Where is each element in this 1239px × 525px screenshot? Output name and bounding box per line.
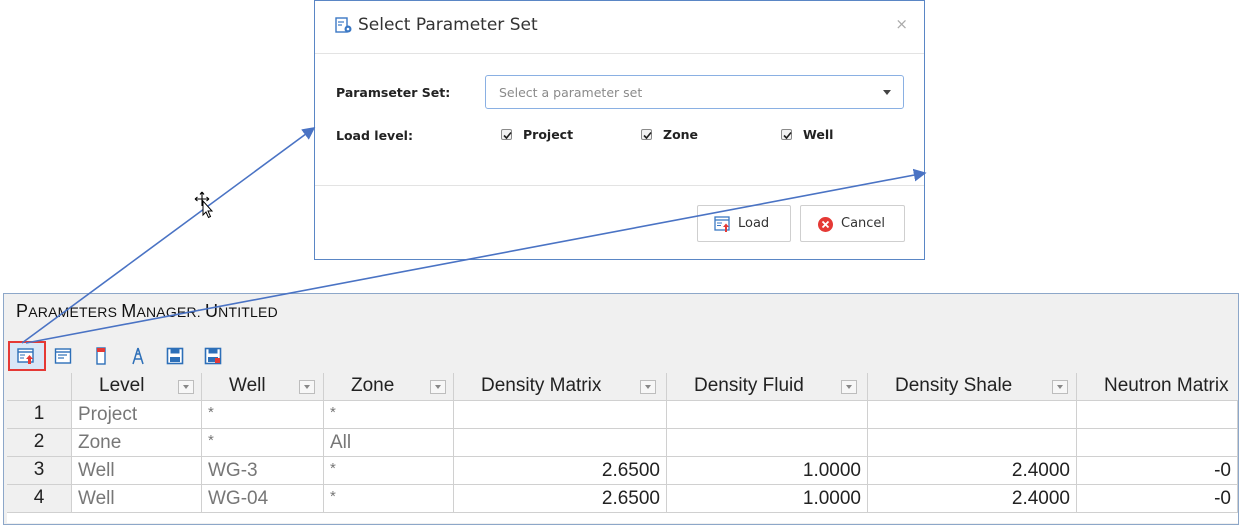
well-tower-icon[interactable] [129, 347, 147, 365]
filter-icon[interactable] [841, 380, 857, 394]
parameters-grid: Level Well Zone Density Matrix Density F… [7, 373, 1238, 523]
table-row[interactable]: 2 Zone * All [7, 429, 1238, 457]
row-number-header [7, 373, 72, 401]
select-parameter-set-dialog: Select Parameter Set × Paramseter Set: S… [314, 0, 925, 260]
cancel-button[interactable]: Cancel [800, 205, 905, 242]
checkbox-checked-icon[interactable] [781, 129, 792, 140]
close-icon[interactable]: × [895, 15, 908, 33]
checkbox-checked-icon[interactable] [641, 129, 652, 140]
chevron-down-icon [883, 90, 891, 95]
checkbox-project-label: Project [523, 127, 574, 142]
checkbox-well-label: Well [803, 127, 834, 142]
cancel-circle-icon [818, 217, 833, 232]
move-cursor-icon [194, 191, 214, 219]
dialog-title: Select Parameter Set [358, 15, 538, 35]
table-row[interactable]: 1 Project * * [7, 401, 1238, 429]
load-button-label: Load [738, 216, 770, 231]
save-as-icon[interactable] [204, 347, 222, 365]
dialog-header: Select Parameter Set × [315, 1, 924, 54]
filter-icon[interactable] [1052, 380, 1068, 394]
load-parameter-set-icon[interactable] [17, 347, 35, 365]
filter-icon[interactable] [299, 380, 315, 394]
load-button[interactable]: Load [697, 205, 791, 242]
column-header-neutron-matrix[interactable]: Neutron Matrix [1077, 373, 1238, 401]
save-icon[interactable] [166, 347, 184, 365]
column-header-level[interactable]: Level [72, 373, 202, 401]
column-icon[interactable] [92, 347, 110, 365]
column-header-well[interactable]: Well [202, 373, 324, 401]
column-header-density-matrix[interactable]: Density Matrix [454, 373, 667, 401]
load-icon [714, 216, 730, 232]
column-header-density-shale[interactable]: Density Shale [868, 373, 1077, 401]
filter-icon[interactable] [640, 380, 656, 394]
parameter-set-icon [335, 17, 352, 33]
properties-icon[interactable] [54, 347, 72, 365]
checkbox-checked-icon[interactable] [501, 129, 512, 140]
parameters-manager-panel: PARAMETERS MANAGER: UNTITLED Level Well … [3, 293, 1239, 525]
parameter-set-label: Paramseter Set: [336, 85, 451, 100]
dialog-footer-divider [315, 185, 924, 186]
column-header-density-fluid[interactable]: Density Fluid [667, 373, 868, 401]
checkbox-zone-label: Zone [663, 127, 699, 142]
grid-header-row: Level Well Zone Density Matrix Density F… [7, 373, 1238, 401]
filter-icon[interactable] [178, 380, 194, 394]
parameter-set-select[interactable]: Select a parameter set [485, 75, 904, 109]
panel-title: PARAMETERS MANAGER: UNTITLED [16, 301, 278, 321]
toolbar [4, 339, 1238, 373]
parameter-set-placeholder: Select a parameter set [499, 85, 643, 100]
filter-icon[interactable] [430, 380, 446, 394]
cancel-button-label: Cancel [841, 216, 886, 231]
table-row[interactable]: 3 Well WG-3 * 2.6500 1.0000 2.4000 -0 [7, 457, 1238, 485]
load-level-label: Load level: [336, 128, 413, 143]
table-row[interactable]: 4 Well WG-04 * 2.6500 1.0000 2.4000 -0 [7, 485, 1238, 513]
column-header-zone[interactable]: Zone [324, 373, 454, 401]
